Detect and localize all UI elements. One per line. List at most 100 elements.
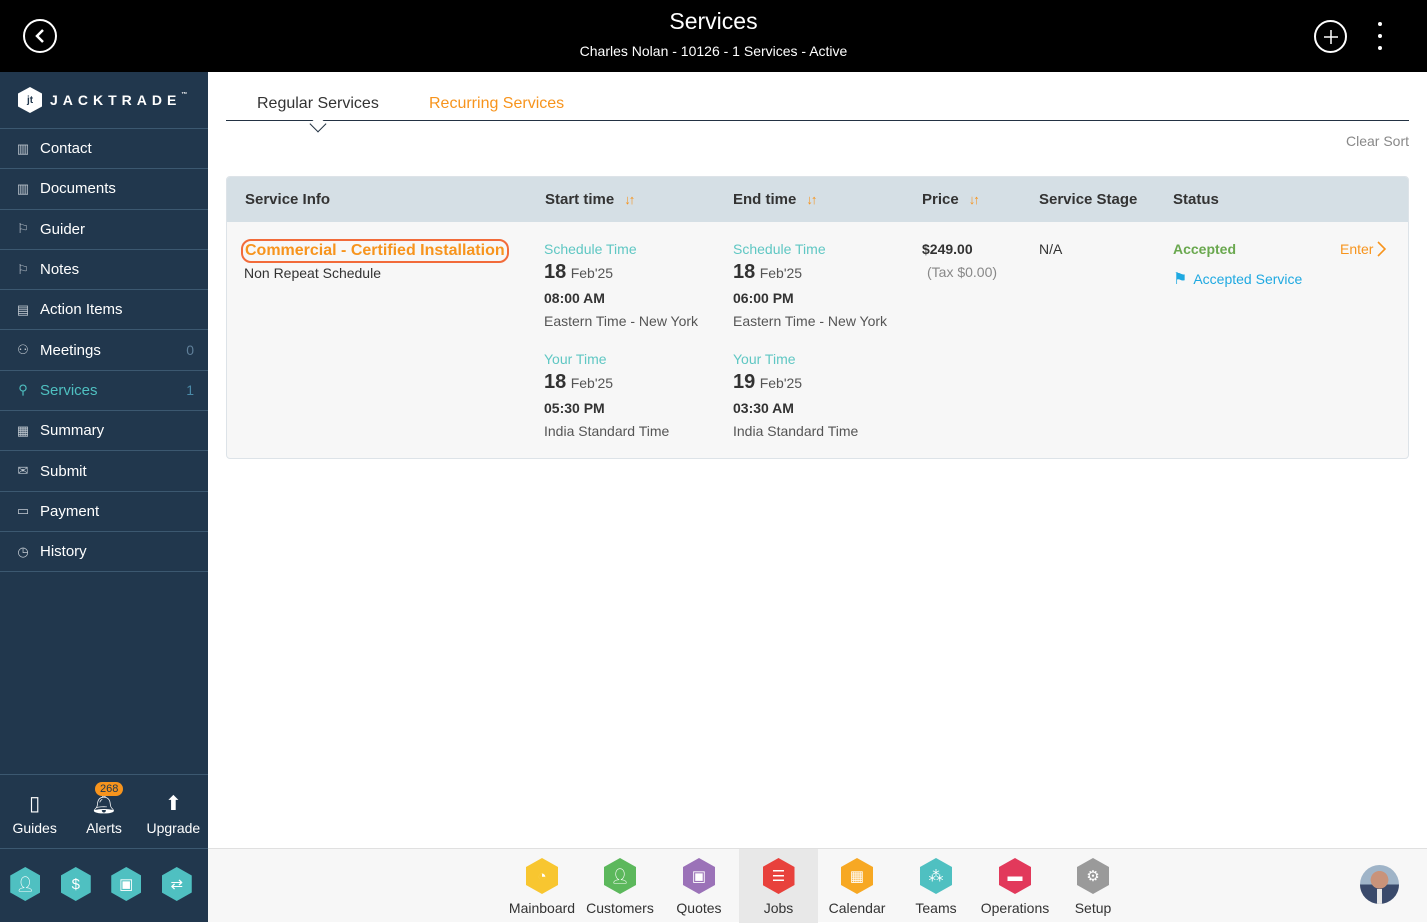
- accepted-service-link[interactable]: ⚑ Accepted Service: [1173, 269, 1302, 289]
- month: Feb'25: [759, 265, 803, 281]
- table-header: Service Info Start time ↓↑ End time ↓↑ Pri…: [227, 177, 1408, 222]
- payment-card-icon: ▭: [16, 503, 30, 519]
- header-label: End time: [733, 191, 797, 208]
- dock-label: Jobs: [763, 900, 794, 916]
- sort-icon[interactable]: ↓↑: [624, 192, 635, 207]
- history-icon: ◷: [17, 543, 29, 559]
- documents-icon: ▦: [16, 422, 30, 438]
- service-name-link[interactable]: Commercial - Certified Installation: [241, 239, 509, 263]
- workflow-icon[interactable]: ⇄: [161, 867, 192, 901]
- sort-icon[interactable]: ↓↑: [806, 192, 817, 207]
- sidebar-item-label: Notes: [40, 261, 80, 279]
- briefcase-icon: ▬: [999, 858, 1031, 894]
- time-label: Your Time: [733, 351, 796, 367]
- sidebar-tools: ▯ Guides 268 🔔︎ Alerts ⬆ Upgrade: [0, 775, 208, 849]
- quotes-icon: ▣: [683, 858, 715, 894]
- dock-label: Operations: [980, 900, 1050, 916]
- date: 18 Feb'25: [544, 371, 734, 394]
- date: 18 Feb'25: [733, 261, 923, 284]
- sidebar-item-label: Services: [40, 381, 98, 399]
- dock-label: Setup: [1074, 900, 1112, 916]
- sidebar-item-payment[interactable]: ▭ Payment: [0, 492, 208, 532]
- customer-icon: 👤︎: [604, 858, 636, 894]
- dock-jobs[interactable]: ☰ Jobs: [739, 849, 818, 923]
- user-avatar[interactable]: [1360, 865, 1399, 904]
- clear-sort-link[interactable]: Clear Sort: [1346, 133, 1409, 149]
- header-label: Service Stage: [1039, 191, 1138, 208]
- signpost-icon: ⚐: [17, 261, 29, 277]
- plus-icon: [1323, 29, 1338, 44]
- alerts-label: Alerts: [86, 820, 122, 836]
- sidebar-item-documents[interactable]: ▥ Documents: [0, 169, 208, 210]
- add-contact-icon[interactable]: 👤︎: [10, 867, 41, 901]
- dollar-icon[interactable]: $: [60, 867, 91, 901]
- money-icon[interactable]: ▣: [111, 867, 142, 901]
- book-icon: ▯: [29, 793, 41, 815]
- guides-label: Guides: [12, 820, 57, 836]
- sidebar-item-label: Payment: [40, 502, 100, 520]
- dock-calendar[interactable]: ▦ Calendar: [821, 849, 893, 923]
- dock-quotes[interactable]: ▣ Quotes: [663, 849, 735, 923]
- header-start-time[interactable]: Start time ↓↑: [545, 191, 635, 208]
- dot-icon: [1378, 46, 1382, 50]
- sidebar-footer: ▯ Guides 268 🔔︎ Alerts ⬆ Upgrade 👤︎ $ ▣ …: [0, 774, 208, 922]
- tab-recurring-services[interactable]: Recurring Services: [429, 95, 564, 113]
- header-label: Status: [1173, 191, 1219, 208]
- dock-customers[interactable]: 👤︎ Customers: [584, 849, 656, 923]
- top-bar: Services Charles Nolan - 10126 - 1 Servi…: [0, 0, 1427, 72]
- sort-icon[interactable]: ↓↑: [969, 192, 980, 207]
- header-status: Status: [1173, 191, 1219, 208]
- month: Feb'25: [570, 265, 614, 281]
- schedule-type: Non Repeat Schedule: [244, 265, 381, 281]
- upgrade-button[interactable]: ⬆ Upgrade: [139, 775, 208, 848]
- dot-icon: [1378, 34, 1382, 38]
- dock-label: Calendar: [828, 900, 886, 916]
- sidebar-item-guider[interactable]: ⚐ Guider: [0, 210, 208, 250]
- enter-button[interactable]: Enter: [1340, 241, 1387, 257]
- more-options-button[interactable]: [1372, 22, 1388, 50]
- sidebar-item-contact[interactable]: ▥ Contact: [0, 129, 208, 170]
- start-your-time: Your Time 18 Feb'25 05:30 PM India Stand…: [544, 351, 734, 439]
- sidebar-item-history[interactable]: ◷ History: [0, 532, 208, 573]
- time-label: Schedule Time: [733, 241, 826, 257]
- dock-setup[interactable]: ⚙ Setup: [1057, 849, 1129, 923]
- add-button[interactable]: [1314, 20, 1347, 53]
- start-schedule-time: Schedule Time 18 Feb'25 08:00 AM Eastern…: [544, 241, 734, 329]
- calendar-icon: ▦: [841, 858, 873, 894]
- sidebar-item-label: Guider: [40, 220, 86, 238]
- header-end-time[interactable]: End time ↓↑: [733, 191, 817, 208]
- dock-teams[interactable]: ⁂ Teams: [900, 849, 972, 923]
- brand-name-text: JACKTRADE: [50, 92, 182, 108]
- sidebar-item-meetings[interactable]: ⚇ Meetings 0: [0, 330, 208, 371]
- dock-label: Quotes: [676, 900, 722, 916]
- jobs-list-icon: ☰: [762, 858, 795, 894]
- sidebar-item-label: Summary: [40, 422, 105, 440]
- sidebar-item-action-items[interactable]: ▤ Action Items: [0, 290, 208, 331]
- dot-icon: [1378, 22, 1382, 26]
- page-title: Services: [669, 8, 758, 34]
- sidebar-item-summary[interactable]: ▦ Summary: [0, 411, 208, 452]
- enter-label: Enter: [1340, 241, 1374, 257]
- sidebar-item-services[interactable]: ⚲ Services 1: [0, 371, 208, 412]
- dock-operations[interactable]: ▬ Operations: [976, 849, 1054, 923]
- alerts-button[interactable]: 268 🔔︎ Alerts: [69, 775, 138, 848]
- arrow-up-icon: ⬆: [164, 793, 182, 815]
- sidebar-item-notes[interactable]: ⚐ Notes: [0, 250, 208, 291]
- dock-label: Mainboard: [508, 900, 576, 916]
- time: 06:00 PM: [733, 290, 794, 306]
- timezone: Eastern Time - New York: [544, 313, 699, 329]
- services-table: Service Info Start time ↓↑ End time ↓↑ Pri…: [226, 176, 1409, 459]
- time-label: Schedule Time: [544, 241, 637, 257]
- brand-logo[interactable]: jt JACKTRADE™: [0, 72, 208, 129]
- services-count: 1: [186, 382, 194, 399]
- time-label: Your Time: [544, 351, 607, 367]
- status-badge: Accepted: [1173, 241, 1237, 257]
- sidebar-item-label: Documents: [40, 180, 116, 198]
- dock-mainboard[interactable]: ◔ Mainboard: [506, 849, 578, 923]
- guides-button[interactable]: ▯ Guides: [0, 775, 69, 848]
- tab-regular-services[interactable]: Regular Services: [257, 95, 379, 113]
- upgrade-label: Upgrade: [146, 820, 201, 836]
- day: 19: [733, 371, 756, 393]
- sidebar-item-submit[interactable]: ✉ Submit: [0, 451, 208, 492]
- header-price[interactable]: Price ↓↑: [922, 191, 980, 208]
